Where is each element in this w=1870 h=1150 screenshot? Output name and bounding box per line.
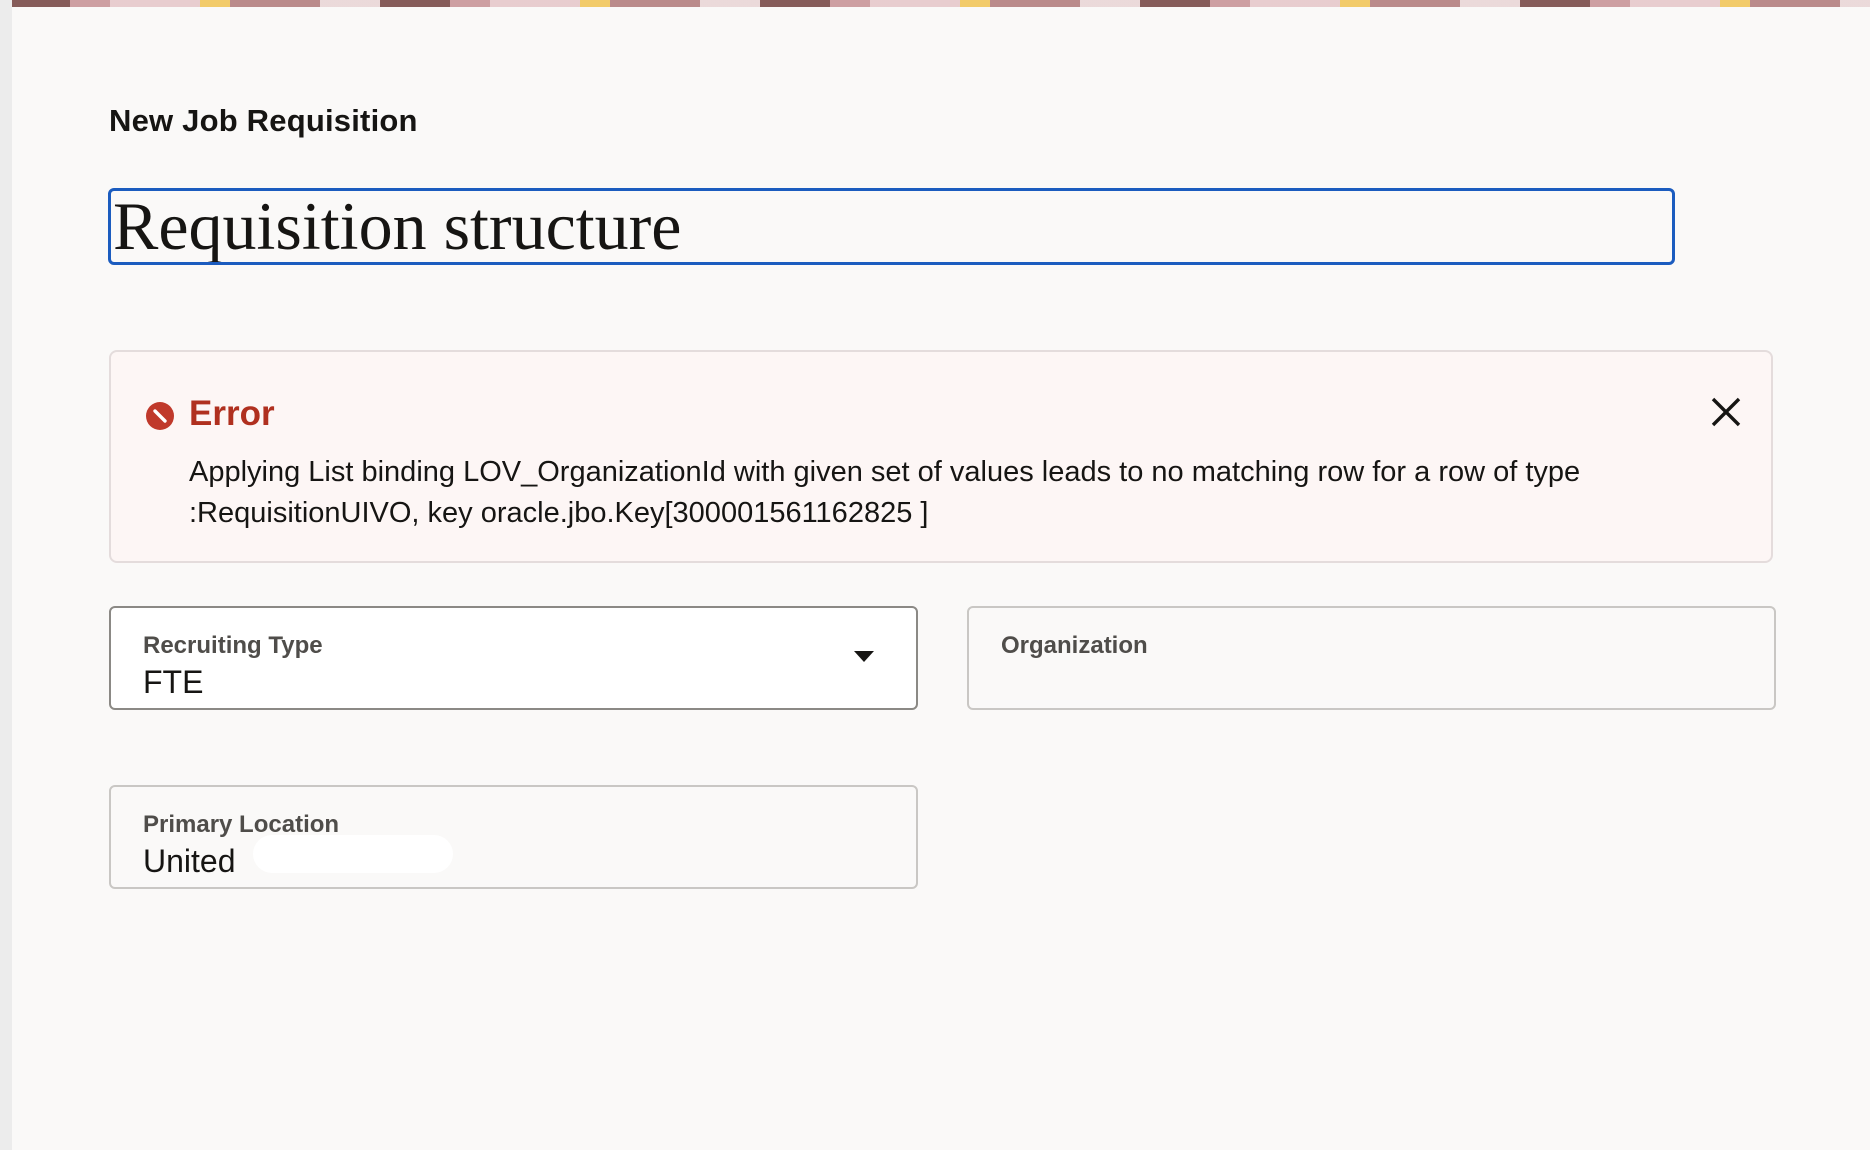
error-message-panel: Error Applying List binding LOV_Organiza… <box>109 350 1773 563</box>
close-error-button[interactable] <box>1706 392 1746 432</box>
left-edge <box>0 0 12 1150</box>
recruiting-type-select[interactable]: Recruiting Type FTE <box>109 606 918 710</box>
organization-field[interactable]: Organization <box>967 606 1776 710</box>
redacted-area <box>253 835 453 873</box>
primary-location-field[interactable]: Primary Location United <box>109 785 918 889</box>
requisition-title-input[interactable] <box>108 188 1675 265</box>
close-icon <box>1706 397 1746 435</box>
recruiting-type-label: Recruiting Type <box>143 632 323 659</box>
primary-location-value: United <box>143 843 236 879</box>
error-circle-icon <box>146 402 174 430</box>
page-overline: New Job Requisition <box>109 103 418 138</box>
recruiting-type-value: FTE <box>143 664 204 700</box>
error-message-text: Applying List binding LOV_OrganizationId… <box>189 456 1581 529</box>
chevron-down-icon[interactable] <box>854 651 874 662</box>
header-banner <box>0 0 1870 7</box>
organization-label: Organization <box>1001 632 1148 659</box>
page-content: New Job Requisition Error Applying List … <box>12 7 1870 1150</box>
error-title: Error <box>189 394 275 433</box>
